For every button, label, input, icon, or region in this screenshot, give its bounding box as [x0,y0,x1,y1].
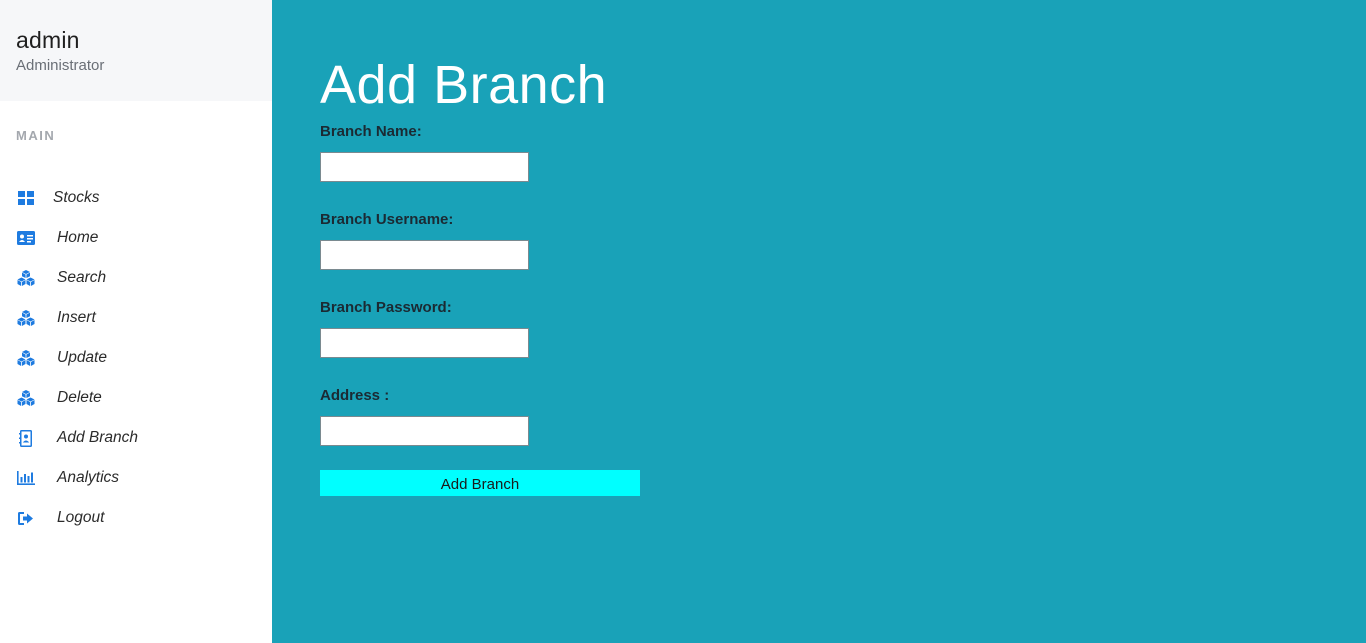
sidebar-item-delete[interactable]: Delete [0,378,272,418]
sidebar-item-stocks[interactable]: Stocks [0,178,272,218]
sidebar-item-add-branch[interactable]: Add Branch [0,418,272,458]
branch-name-group: Branch Name: [320,123,1366,182]
user-name: admin [16,27,80,53]
cubes-icon [17,269,35,287]
cubes-icon [17,349,35,367]
address-book-icon [17,429,35,447]
sidebar: admin Administrator MAIN Stocks Home Sea… [0,0,272,643]
branch-username-label: Branch Username: [320,211,454,228]
app-root: admin Administrator MAIN Stocks Home Sea… [0,0,1366,643]
branch-password-label: Branch Password: [320,299,452,316]
sidebar-item-label: Delete [57,389,102,406]
sidebar-item-logout[interactable]: Logout [0,498,272,538]
sidebar-nav: Stocks Home Search Insert Update Delete … [0,178,272,538]
sidebar-item-label: Stocks [53,189,100,206]
sign-out-icon [17,509,35,527]
sidebar-item-label: Search [57,269,107,286]
id-card-icon [17,229,35,247]
user-profile: admin Administrator [0,0,272,101]
address-label: Address : [320,387,390,404]
bar-chart-icon [17,469,35,487]
branch-name-input[interactable] [320,152,529,182]
address-input[interactable] [320,416,529,446]
branch-username-input[interactable] [320,240,529,270]
branch-password-input[interactable] [320,328,529,358]
cubes-icon [17,389,35,407]
main-content: Add Branch Branch Name: Branch Username:… [272,0,1366,643]
add-branch-form: Branch Name: Branch Username: Branch Pas… [320,123,1366,496]
sidebar-item-label: Add Branch [57,429,138,446]
sidebar-item-home[interactable]: Home [0,218,272,258]
page-title: Add Branch [320,55,608,115]
sidebar-item-label: Update [57,349,107,366]
branch-username-group: Branch Username: [320,211,1366,270]
add-branch-button[interactable]: Add Branch [320,470,640,496]
sidebar-item-analytics[interactable]: Analytics [0,458,272,498]
branch-password-group: Branch Password: [320,299,1366,358]
sidebar-item-label: Logout [57,509,105,526]
sidebar-item-search[interactable]: Search [0,258,272,298]
cubes-icon [17,309,35,327]
user-role: Administrator [16,57,105,74]
section-label-main: MAIN [16,128,56,143]
sidebar-item-insert[interactable]: Insert [0,298,272,338]
sidebar-item-label: Analytics [57,469,120,486]
grid-icon [17,189,35,207]
sidebar-item-update[interactable]: Update [0,338,272,378]
sidebar-item-label: Home [57,229,99,246]
branch-name-label: Branch Name: [320,123,422,140]
address-group: Address : [320,387,1366,446]
sidebar-item-label: Insert [57,309,96,326]
